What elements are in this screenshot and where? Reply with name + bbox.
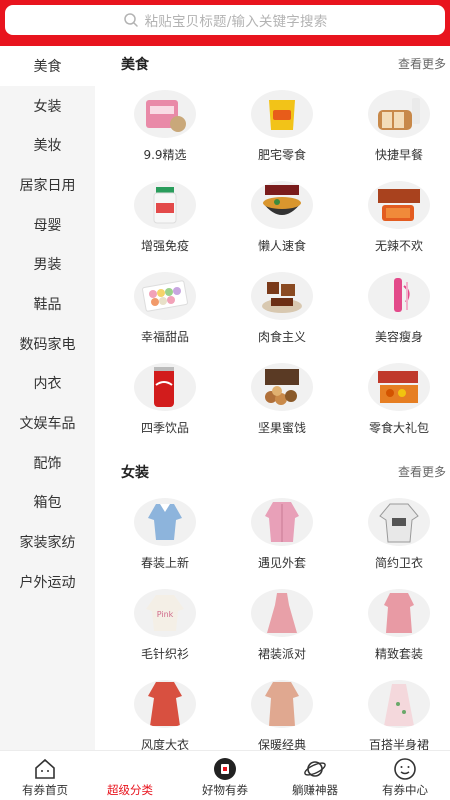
blouse-icon (134, 498, 196, 546)
grid-item[interactable]: 无辣不欢 (329, 181, 446, 271)
nuts-icon (251, 363, 313, 411)
grid-item[interactable]: 肥宅零食 (212, 90, 329, 180)
section-header-food: 美食 查看更多 (95, 46, 450, 80)
grid-item[interactable]: 裙装派对 (212, 589, 329, 679)
braised-meat-icon (251, 272, 313, 320)
item-label: 无辣不欢 (374, 239, 423, 253)
sidebar-item-baby[interactable]: 母婴 (0, 205, 95, 245)
item-label: 美容瘦身 (374, 330, 423, 344)
tab-label: 躺赚神器 (292, 783, 338, 797)
item-label: 精致套装 (374, 647, 423, 661)
dress-icon (251, 589, 313, 637)
item-label: 简约卫衣 (374, 556, 423, 570)
grid-item[interactable]: 春装上新 (95, 498, 212, 588)
grid-item[interactable]: 坚果蜜饯 (212, 363, 329, 453)
section-title: 女装 (121, 465, 149, 481)
coupon-icon (214, 758, 236, 780)
snack-bag-icon (134, 90, 196, 138)
sidebar-item-shoes[interactable]: 鞋品 (0, 284, 95, 324)
beauty-drink-icon (368, 272, 430, 320)
chips-icon (251, 90, 313, 138)
pink-jacket-icon (251, 498, 313, 546)
skirt-icon (368, 680, 430, 728)
tab-center[interactable]: 有券中心 (360, 751, 450, 800)
svg-text:Pink: Pink (157, 610, 174, 619)
sidebar-item-entertainment-car[interactable]: 文娱车品 (0, 403, 95, 443)
sidebar-item-underwear[interactable]: 内衣 (0, 364, 95, 404)
sidebar-item-womens-wear[interactable]: 女装 (0, 86, 95, 126)
sidebar-item-household[interactable]: 居家日用 (0, 165, 95, 205)
sidebar-item-digital[interactable]: 数码家电 (0, 324, 95, 364)
sidebar-item-food[interactable]: 美食 (0, 46, 95, 86)
sweater-icon: Pink (134, 589, 196, 637)
grid-item[interactable]: 遇见外套 (212, 498, 329, 588)
sidebar-item-mens-wear[interactable]: 男装 (0, 244, 95, 284)
grid-item[interactable]: 零食大礼包 (329, 363, 446, 453)
item-label: 百搭半身裙 (368, 738, 429, 750)
grid-item[interactable]: 风度大衣 (95, 680, 212, 750)
spicy-meat-icon (368, 181, 430, 229)
bottom-tab-bar: 有券首页 超级分类 好物有券 躺赚神器 有券中心 (0, 750, 450, 800)
see-more-link[interactable]: 查看更多 (398, 463, 446, 480)
sidebar-item-beauty[interactable]: 美妆 (0, 125, 95, 165)
puffer-coat-icon (251, 680, 313, 728)
section-title: 美食 (121, 57, 149, 73)
grid-item[interactable]: 增强免疫 (95, 181, 212, 271)
cola-can-icon (134, 363, 196, 411)
bread-icon (368, 90, 430, 138)
tab-label: 好物有券 (202, 783, 248, 797)
suit-set-icon (368, 589, 430, 637)
grid-item[interactable]: 保暖经典 (212, 680, 329, 750)
grid-item[interactable]: 简约卫衣 (329, 498, 446, 588)
noodle-bowl-icon (251, 181, 313, 229)
category-sidebar: 美食 女装 美妆 居家日用 母婴 男装 鞋品 数码家电 内衣 文娱车品 配饰 箱… (0, 46, 95, 750)
grid-item[interactable]: 四季饮品 (95, 363, 212, 453)
tab-label: 超级分类 (107, 783, 153, 797)
tab-label: 有券中心 (382, 783, 428, 797)
sidebar-item-outdoor[interactable]: 户外运动 (0, 562, 95, 602)
gift-box-icon (368, 363, 430, 411)
tab-category[interactable]: 超级分类 (85, 751, 175, 800)
grid-item[interactable]: 幸福甜品 (95, 272, 212, 362)
tab-coupons[interactable]: 好物有券 (180, 751, 270, 800)
grid-item[interactable]: 快捷早餐 (329, 90, 446, 180)
tab-home[interactable]: 有券首页 (0, 751, 90, 800)
grid-item[interactable]: 9.9精选 (95, 90, 212, 180)
grid-item[interactable]: Pink 毛针织衫 (95, 589, 212, 679)
item-label: 快捷早餐 (374, 148, 423, 162)
grid-item[interactable]: 精致套装 (329, 589, 446, 679)
red-coat-icon (134, 680, 196, 728)
section-header-womens-wear: 女装 查看更多 (95, 454, 450, 488)
see-more-link[interactable]: 查看更多 (398, 55, 446, 72)
tab-label: 有券首页 (22, 783, 68, 797)
home-icon (35, 758, 55, 779)
tab-earn[interactable]: 躺赚神器 (270, 751, 360, 800)
search-icon (123, 13, 138, 27)
top-bar: 粘贴宝贝标题/输入关键字搜索 (0, 0, 450, 46)
smile-icon (394, 758, 416, 780)
grid-item[interactable]: 美容瘦身 (329, 272, 446, 362)
macaron-icon (134, 272, 196, 320)
search-box[interactable]: 粘贴宝贝标题/输入关键字搜索 (5, 5, 445, 35)
sidebar-item-accessories[interactable]: 配饰 (0, 443, 95, 483)
sidebar-item-home-textiles[interactable]: 家装家纺 (0, 522, 95, 562)
grid-item[interactable]: 懒人速食 (212, 181, 329, 271)
planet-icon (304, 761, 326, 777)
category-content: 美食 查看更多 9.9精选 肥宅零食 快捷早餐 增强免疫 懒人速食 无辣不欢 幸… (95, 46, 450, 750)
grid-item[interactable]: 肉食主义 (212, 272, 329, 362)
sidebar-item-bags[interactable]: 箱包 (0, 483, 95, 523)
hoodie-icon (368, 498, 430, 546)
search-placeholder: 粘贴宝贝标题/输入关键字搜索 (144, 14, 328, 30)
item-label: 零食大礼包 (368, 421, 429, 435)
supplement-jar-icon (134, 181, 196, 229)
grid-item[interactable]: 百搭半身裙 (329, 680, 446, 750)
